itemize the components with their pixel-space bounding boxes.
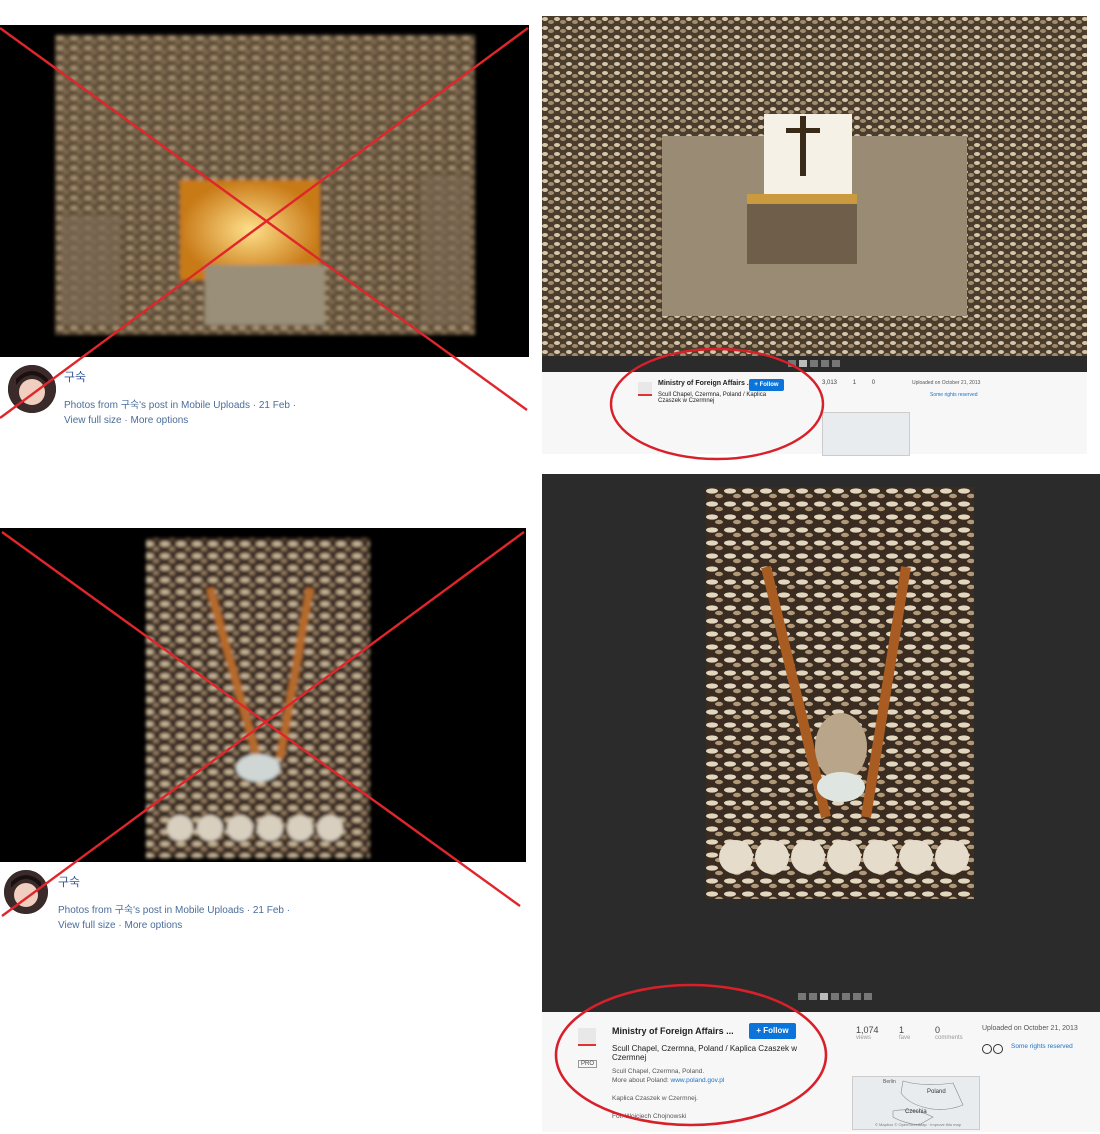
flickr-photo-bottom[interactable] [706,487,974,899]
photo-options-links[interactable]: View full size · More options [58,920,182,931]
views-count: 1,074 [856,1025,879,1035]
desc-line-4: Fot. Wojciech Chojnowski [612,1113,687,1120]
photo-info-bottom: PRO Ministry of Foreign Affairs ... + Fo… [542,1012,1100,1132]
filmstrip-top [542,356,1087,372]
thumb[interactable] [788,360,796,367]
post-meta[interactable]: Photos from 구숙's post in Mobile Uploads … [58,901,290,916]
poster-name[interactable]: 구숙 [58,873,80,890]
fb-photo-bottom[interactable] [0,528,526,862]
photo-title: Scull Chapel, Czermna, Poland / Kaplica … [612,1044,797,1062]
thumb[interactable] [798,993,806,1000]
views-count: 3,013 [822,380,838,386]
thumb[interactable] [799,360,807,367]
owner-avatar[interactable] [578,1028,596,1046]
photo-options-links[interactable]: View full size · More options [64,415,188,426]
post-meta[interactable]: Photos from 구숙's post in Mobile Uploads … [64,396,296,411]
faves-count: 1 [852,380,857,386]
fb-photo-top[interactable] [0,25,529,357]
rights-link[interactable]: Some rights reserved [930,392,978,398]
desc-line-3: Kaplica Czaszek w Czermnej. [612,1095,698,1102]
desc-line-1: Scull Chapel, Czermna, Poland. [612,1068,705,1075]
thumb[interactable] [832,360,840,367]
thumb[interactable] [821,360,829,367]
thumb[interactable] [810,360,818,367]
thumb[interactable] [864,993,872,1000]
license-icons[interactable] [982,1041,1006,1059]
owner-avatar[interactable] [638,382,652,396]
map-thumbnail[interactable] [822,412,910,456]
stats: 3,013 1 0 [822,380,875,386]
thumb[interactable] [853,993,861,1000]
thumb[interactable] [842,993,850,1000]
uploaded-date: Uploaded on October 21, 2013 [912,380,981,386]
map-thumbnail[interactable]: Berlin Poland Czechia © Mapbox © OpenStr… [852,1076,980,1130]
comments-count: 0 [871,380,876,386]
thumb[interactable] [809,993,817,1000]
owner-name[interactable]: Ministry of Foreign Affairs ... [658,380,753,387]
owner-name[interactable]: Ministry of Foreign Affairs ... [612,1026,734,1036]
avatar[interactable] [8,365,56,413]
photo-description: Scull Chapel, Czermna, Poland. More abou… [612,1067,802,1121]
faves-label: fave [899,1035,911,1041]
faves-count: 1 [899,1025,905,1035]
desc-line-2: More about Poland: www.poland.gov.pl [612,1076,802,1085]
pro-badge: PRO [578,1060,598,1068]
comments-count: 0 [935,1025,941,1035]
desc-prefix: More about Poland: [612,1077,671,1084]
photo-info-top: Ministry of Foreign Affairs ... + Follow… [542,372,1087,456]
rights-link[interactable]: Some rights reserved [1011,1043,1073,1050]
map-attribution: © Mapbox © OpenStreetMap · Improve this … [875,1122,961,1127]
thumb[interactable] [820,993,828,1000]
map-label-berlin: Berlin [883,1079,896,1085]
follow-button[interactable]: + Follow [749,1023,796,1039]
flickr-photo-top[interactable] [542,16,1087,356]
photo-title: Scull Chapel, Czermna, Poland / Kaplica … [658,392,767,404]
map-label-czechia: Czechia [905,1109,927,1115]
map-label-poland: Poland [927,1089,946,1095]
thumb[interactable] [831,993,839,1000]
avatar[interactable] [4,870,48,914]
poland-link[interactable]: www.poland.gov.pl [671,1077,725,1084]
filmstrip-bottom [798,993,872,1000]
poster-name[interactable]: 구숙 [64,368,86,385]
comments-label: comments [935,1035,963,1041]
views-label: views [856,1035,872,1041]
uploaded-date: Uploaded on October 21, 2013 [982,1025,1078,1032]
follow-button[interactable]: + Follow [749,379,784,391]
